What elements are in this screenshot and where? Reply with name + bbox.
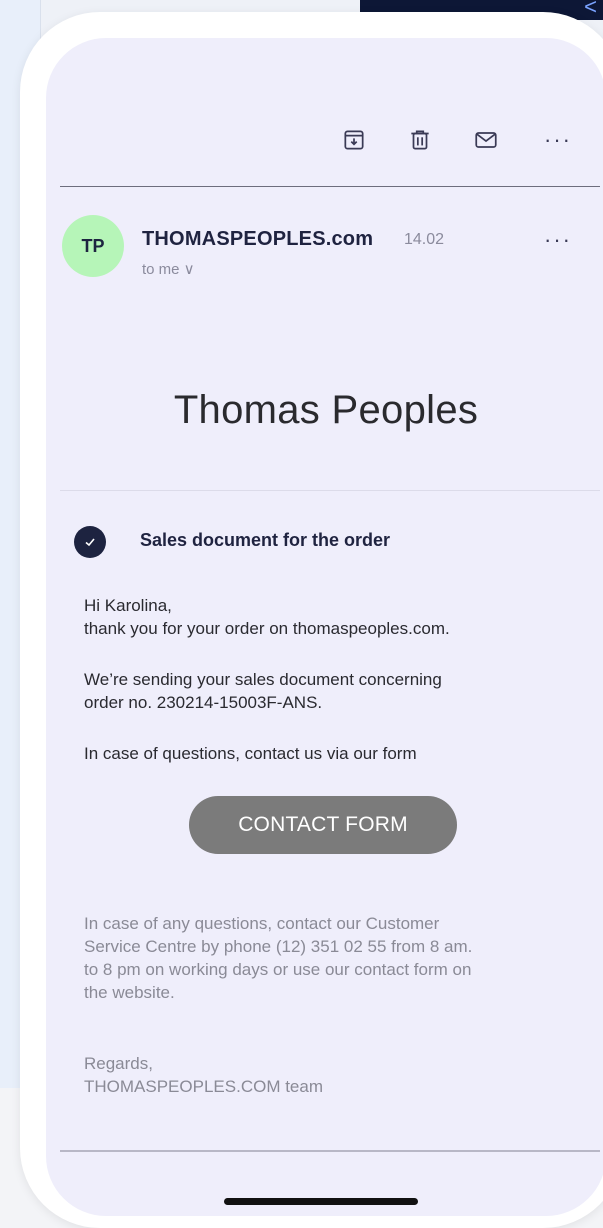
more-dots: ··· [544,127,572,152]
archive-icon[interactable] [340,126,368,154]
footer-line-1: In case of any questions, contact our Cu… [84,914,440,933]
order-line-1: We’re sending your sales document concer… [84,670,442,689]
footer-paragraph: In case of any questions, contact our Cu… [84,912,584,1004]
footer-line-4: the website. [84,983,175,1002]
team-line: THOMASPEOPLES.COM team [84,1077,323,1096]
more-icon[interactable]: ··· [540,126,576,154]
greeting-paragraph: Hi Karolina, thank you for your order on… [84,594,574,640]
avatar[interactable]: TP [62,215,124,277]
message-more-icon[interactable]: ··· [540,229,576,252]
toolbar-divider [60,186,600,187]
message-more-dots: ··· [544,227,572,252]
brand-divider [60,490,600,491]
thanks-line: thank you for your order on thomaspeople… [84,619,450,638]
phone-frame: ··· TP THOMASPEOPLES.com 14.02 to me ∨ ·… [20,12,603,1228]
greeting-line: Hi Karolina, [84,596,172,615]
signature: Regards, THOMASPEOPLES.COM team [84,1052,574,1098]
email-subject: Sales document for the order [140,530,391,550]
email-toolbar: ··· [46,126,603,162]
home-indicator[interactable] [224,1198,418,1205]
contact-form-button[interactable]: CONTACT FORM [189,796,457,854]
footer-line-3: to 8 pm on working days or use our conta… [84,960,472,979]
footer-line-2: Service Centre by phone (12) 351 02 55 f… [84,937,473,956]
sender-name: THOMASPEOPLES.com [142,228,374,250]
chevron-left-icon: < [584,0,597,19]
recipients-toggle[interactable]: to me ∨ [142,260,195,278]
email-screen: ··· TP THOMASPEOPLES.com 14.02 to me ∨ ·… [46,38,603,1216]
check-icon [74,526,106,558]
bottom-divider [60,1150,600,1152]
trash-icon[interactable] [406,126,434,154]
brand-title: Thomas Peoples [173,388,479,432]
order-paragraph: We’re sending your sales document concer… [84,668,574,714]
email-date: 14.02 [404,231,445,248]
questions-paragraph: In case of questions, contact us via our… [84,744,417,763]
mail-icon[interactable] [472,126,500,154]
order-line-2: order no. 230214-15003F-ANS. [84,693,323,712]
regards-line: Regards, [84,1054,153,1073]
